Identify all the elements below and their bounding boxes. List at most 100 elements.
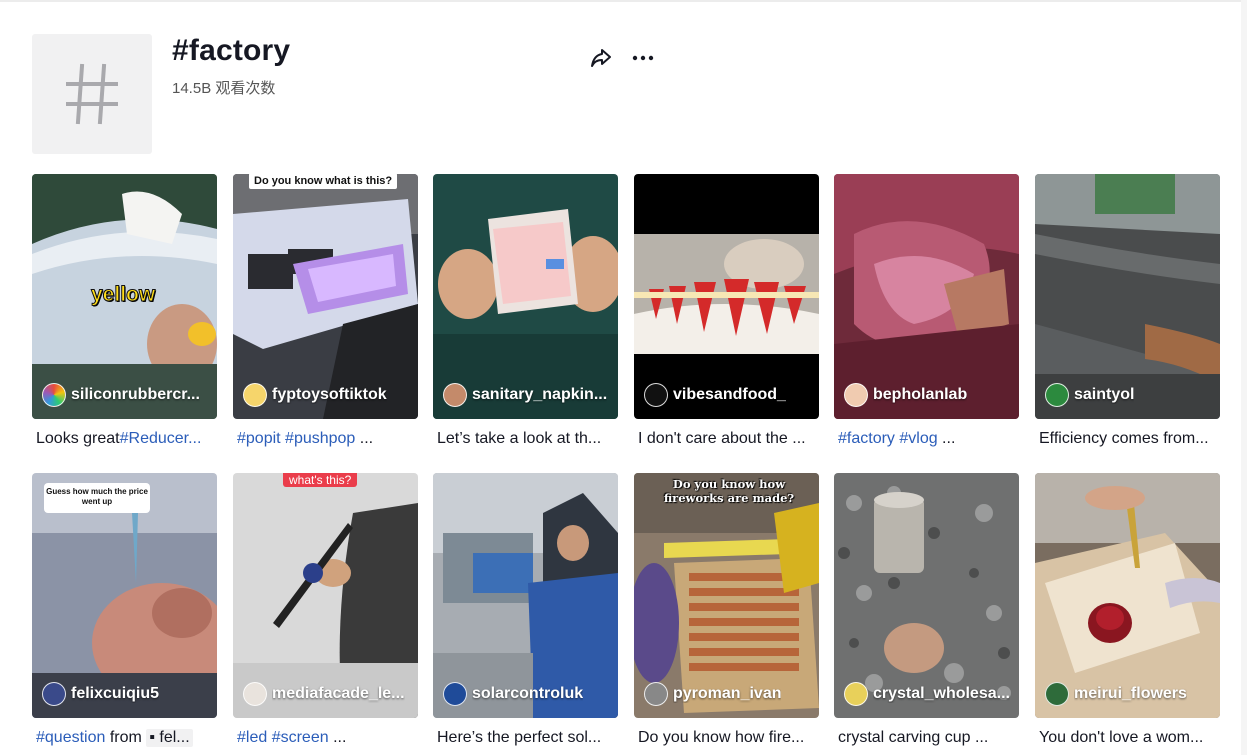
video-author[interactable]: mediafacade_le... <box>243 682 410 706</box>
caption-text: ... <box>355 430 374 447</box>
caption-text: crystal carving cup ... <box>838 729 989 746</box>
author-name: saintyol <box>1074 386 1135 403</box>
video-card[interactable]: vibesandfood_ I don't care about the ... <box>634 174 819 448</box>
video-thumbnail[interactable]: bepholanlab <box>834 174 1019 419</box>
video-thumbnail[interactable]: Do you know how fireworks are made? pyro… <box>634 473 819 718</box>
caption-text: I don't care about the ... <box>638 430 806 447</box>
caption-text: Here’s the perfect sol... <box>437 729 602 746</box>
hash-icon <box>66 63 118 125</box>
video-caption[interactable]: Efficiency comes from... <box>1035 430 1219 448</box>
caption-text: ... <box>937 430 956 447</box>
caption-text: Efficiency comes from... <box>1039 430 1209 447</box>
video-caption[interactable]: Looks great#Reducer... <box>32 430 216 448</box>
top-divider <box>0 0 1247 2</box>
overlay-text: what's this? <box>283 473 358 487</box>
video-caption[interactable]: Let’s take a look at th... <box>433 430 617 448</box>
share-icon <box>591 49 611 67</box>
author-name: pyroman_ivan <box>673 685 782 702</box>
video-card[interactable]: Do you know how fireworks are made? pyro… <box>634 473 819 747</box>
video-author[interactable]: siliconrubbercr... <box>42 383 209 407</box>
video-thumbnail[interactable]: saintyol <box>1035 174 1220 419</box>
video-thumbnail[interactable]: what's this? mediafacade_le... <box>233 473 418 718</box>
video-card[interactable]: yellow siliconrubbercr... Looks great#Re… <box>32 174 217 448</box>
video-caption[interactable]: #popit #pushpop ... <box>233 430 417 448</box>
video-author[interactable]: pyroman_ivan <box>644 682 811 706</box>
view-count: 14.5B 观看次数 <box>172 80 276 97</box>
avatar <box>1045 682 1069 706</box>
caption-hashtags[interactable]: #popit #pushpop <box>237 430 355 447</box>
share-button[interactable] <box>587 44 615 72</box>
author-name: crystal_wholesa... <box>873 685 1010 702</box>
caption-hashtags[interactable]: #factory #vlog <box>838 430 938 447</box>
video-caption[interactable]: Here’s the perfect sol... <box>433 729 617 747</box>
video-thumbnail[interactable]: Do you know what is this? fyptoysoftikto… <box>233 174 418 419</box>
author-name: bepholanlab <box>873 386 968 403</box>
video-caption[interactable]: #factory #vlog ... <box>834 430 1018 448</box>
overlay-text: yellow <box>90 283 156 307</box>
author-name: siliconrubbercr... <box>71 386 200 403</box>
caption-text: Do you know how fire... <box>638 729 805 746</box>
avatar <box>42 383 66 407</box>
comment-icon: ▪ <box>149 729 155 746</box>
caption-hashtags[interactable]: #led #screen <box>237 729 329 746</box>
more-options-button[interactable] <box>629 44 657 72</box>
video-caption[interactable]: #question from ▪ fel... <box>32 729 216 747</box>
author-name: vibesandfood_ <box>673 386 786 403</box>
author-name: mediafacade_le... <box>272 685 405 702</box>
more-icon <box>632 55 654 61</box>
avatar <box>243 383 267 407</box>
video-card[interactable]: saintyol Efficiency comes from... <box>1035 174 1220 448</box>
video-card[interactable]: Do you know what is this? fyptoysoftikto… <box>233 174 418 448</box>
caption-hashtags[interactable]: #Reducer... <box>120 430 202 447</box>
overlay-text: Do you know how fireworks are made? <box>663 477 795 505</box>
caption-text: ... <box>328 729 347 746</box>
video-thumbnail[interactable]: yellow siliconrubbercr... <box>32 174 217 419</box>
video-thumbnail[interactable]: crystal_wholesa... <box>834 473 1019 718</box>
caption-text: from <box>105 729 147 746</box>
caption-hashtags[interactable]: #question <box>36 729 105 746</box>
avatar <box>1045 383 1069 407</box>
video-thumbnail[interactable]: Guess how much the price went up felixcu… <box>32 473 217 718</box>
video-card[interactable]: sanitary_napkin... Let’s take a look at … <box>433 174 618 448</box>
author-name: sanitary_napkin... <box>472 386 608 403</box>
video-card[interactable]: Guess how much the price went up felixcu… <box>32 473 217 747</box>
video-author[interactable]: saintyol <box>1045 383 1212 407</box>
author-name: meirui_flowers <box>1074 685 1187 702</box>
video-caption[interactable]: You don't love a wom... <box>1035 729 1219 747</box>
avatar <box>443 383 467 407</box>
avatar <box>844 682 868 706</box>
caption-text: You don't love a wom... <box>1039 729 1204 746</box>
mention-text: fel... <box>159 729 190 746</box>
author-name: solarcontroluk <box>472 685 584 702</box>
caption-text: Looks great <box>36 430 120 447</box>
video-caption[interactable]: crystal carving cup ... <box>834 729 1018 747</box>
video-card[interactable]: solarcontroluk Here’s the perfect sol... <box>433 473 618 747</box>
video-thumbnail[interactable]: vibesandfood_ <box>634 174 819 419</box>
author-name: felixcuiqiu5 <box>71 685 160 702</box>
video-author[interactable]: crystal_wholesa... <box>844 682 1011 706</box>
video-caption[interactable]: Do you know how fire... <box>634 729 818 747</box>
author-name: fyptoysoftiktok <box>272 386 387 403</box>
scrollbar-track[interactable] <box>1241 0 1247 755</box>
video-thumbnail[interactable]: meirui_flowers <box>1035 473 1220 718</box>
video-card[interactable]: crystal_wholesa... crystal carving cup .… <box>834 473 1019 747</box>
video-author[interactable]: felixcuiqiu5 <box>42 682 209 706</box>
video-author[interactable]: vibesandfood_ <box>644 383 811 407</box>
video-caption[interactable]: #led #screen ... <box>233 729 417 747</box>
video-author[interactable]: meirui_flowers <box>1045 682 1212 706</box>
video-thumbnail[interactable]: sanitary_napkin... <box>433 174 618 419</box>
video-author[interactable]: solarcontroluk <box>443 682 610 706</box>
video-author[interactable]: sanitary_napkin... <box>443 383 610 407</box>
page-title: #factory <box>172 34 291 67</box>
video-author[interactable]: fyptoysoftiktok <box>243 383 410 407</box>
avatar <box>844 383 868 407</box>
video-card[interactable]: meirui_flowers You don't love a wom... <box>1035 473 1220 747</box>
video-card[interactable]: bepholanlab #factory #vlog ... <box>834 174 1019 448</box>
video-thumbnail[interactable]: solarcontroluk <box>433 473 618 718</box>
avatar <box>443 682 467 706</box>
avatar <box>644 383 668 407</box>
mention-chip[interactable]: ▪ fel... <box>146 729 193 747</box>
video-author[interactable]: bepholanlab <box>844 383 1011 407</box>
video-caption[interactable]: I don't care about the ... <box>634 430 818 448</box>
video-card[interactable]: what's this? mediafacade_le... #led #scr… <box>233 473 418 747</box>
